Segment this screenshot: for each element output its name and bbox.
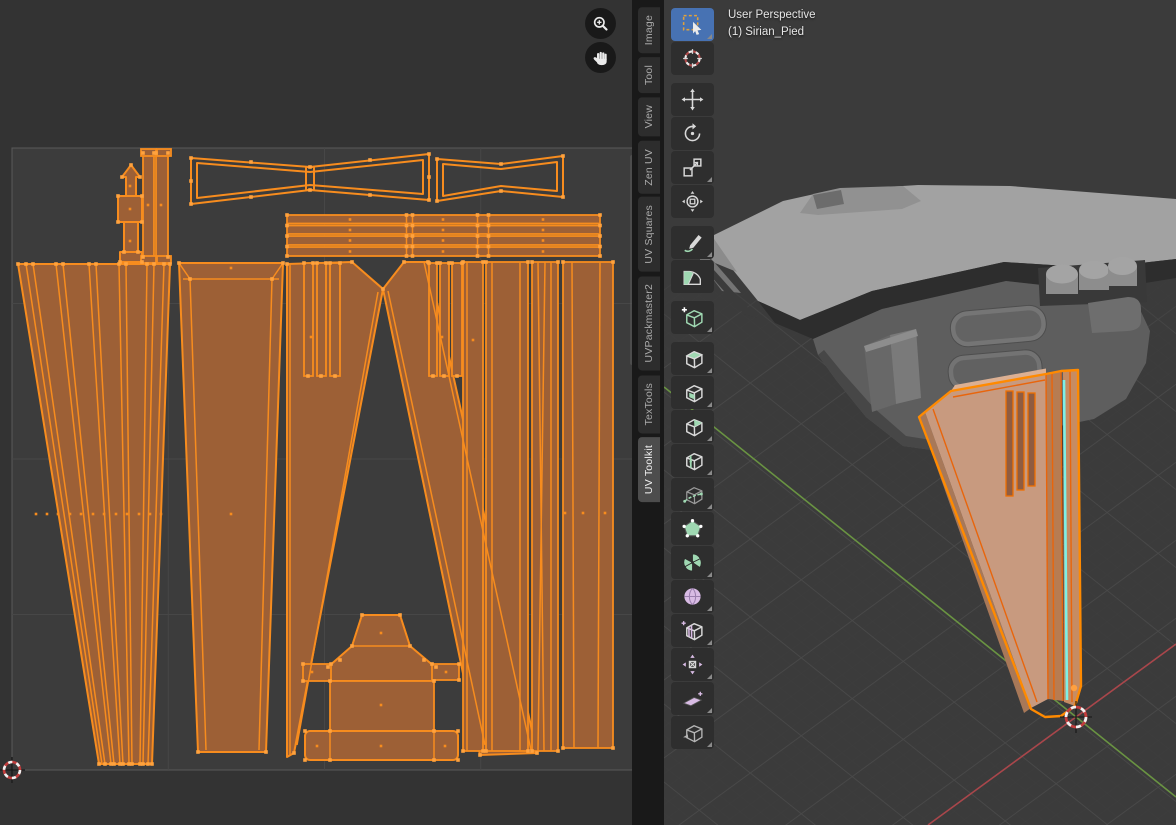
pan-button[interactable]: [585, 42, 616, 73]
shrink-fatten-icon: [680, 652, 705, 677]
tab-tool[interactable]: Tool: [638, 57, 660, 93]
knife-icon: [680, 482, 705, 507]
move-icon: [680, 87, 705, 112]
tool-rip-region-button[interactable]: [671, 716, 714, 749]
magnifier-plus-icon: [591, 14, 611, 34]
bevel-icon: [680, 414, 705, 439]
viewport-canvas[interactable]: [664, 0, 1176, 825]
blender-window: Image Tool View Zen UV UV Squares UVPackmaste…: [0, 0, 1176, 825]
spin-icon: [680, 550, 705, 575]
tool-spin-button[interactable]: [671, 546, 714, 579]
rip-region-icon: [680, 720, 705, 745]
tool-inset-faces-button[interactable]: [671, 376, 714, 409]
tool-select-box-button[interactable]: [671, 8, 714, 41]
tool-edge-slide-button[interactable]: [671, 614, 714, 647]
rotate-icon: [680, 121, 705, 146]
loop-cut-icon: [680, 448, 705, 473]
tab-uv-toolkit[interactable]: UV Toolkit: [638, 437, 660, 502]
leg-grooves: [1006, 391, 1035, 496]
tool-cursor-button[interactable]: [671, 42, 714, 75]
inset-faces-icon: [680, 380, 705, 405]
hand-icon: [591, 48, 611, 68]
select-box-icon: [680, 12, 705, 37]
scale-icon: [680, 155, 705, 180]
edge-slide-icon: [680, 618, 705, 643]
tab-zen-uv[interactable]: Zen UV: [638, 141, 660, 194]
add-cube-icon: [680, 305, 705, 330]
cursor-icon: [680, 46, 705, 71]
uv-image-editor[interactable]: Image Tool View Zen UV UV Squares UVPackmaste…: [0, 0, 664, 825]
annotate-icon: [680, 230, 705, 255]
tool-loop-cut-button[interactable]: [671, 444, 714, 477]
tool-extrude-region-button[interactable]: [671, 342, 714, 375]
tab-image[interactable]: Image: [638, 7, 660, 53]
selected-vertex-dot: [1071, 685, 1077, 691]
tool-bevel-button[interactable]: [671, 410, 714, 443]
tool-scale-button[interactable]: [671, 151, 714, 184]
shear-icon: [680, 686, 705, 711]
tab-uvpackmaster2[interactable]: UVPackmaster2: [638, 276, 660, 370]
measure-icon: [680, 264, 705, 289]
viewport-3d[interactable]: User Perspective (1) Sirian_Pied: [664, 0, 1176, 825]
uv-canvas[interactable]: [0, 0, 664, 825]
uv-sidebar-tabs: Image Tool View Zen UV UV Squares UVPackmaste…: [632, 0, 664, 825]
tool-poly-build-button[interactable]: [671, 512, 714, 545]
tab-view[interactable]: View: [638, 97, 660, 136]
tool-shrink-fatten-button[interactable]: [671, 648, 714, 681]
extrude-region-icon: [680, 346, 705, 371]
tool-transform-button[interactable]: [671, 185, 714, 218]
tab-textools[interactable]: TexTools: [638, 375, 660, 433]
zoom-in-button[interactable]: [585, 8, 616, 39]
tool-rotate-button[interactable]: [671, 117, 714, 150]
transform-icon: [680, 189, 705, 214]
tool-move-button[interactable]: [671, 83, 714, 116]
tool-add-cube-button[interactable]: [671, 301, 714, 334]
tool-measure-button[interactable]: [671, 260, 714, 293]
tool-smooth-button[interactable]: [671, 580, 714, 613]
tool-shear-button[interactable]: [671, 682, 714, 715]
viewport-toolbar: [671, 8, 714, 750]
poly-build-icon: [680, 516, 705, 541]
smooth-icon: [680, 584, 705, 609]
tool-annotate-button[interactable]: [671, 226, 714, 259]
tool-knife-button[interactable]: [671, 478, 714, 511]
tab-uv-squares[interactable]: UV Squares: [638, 197, 660, 272]
